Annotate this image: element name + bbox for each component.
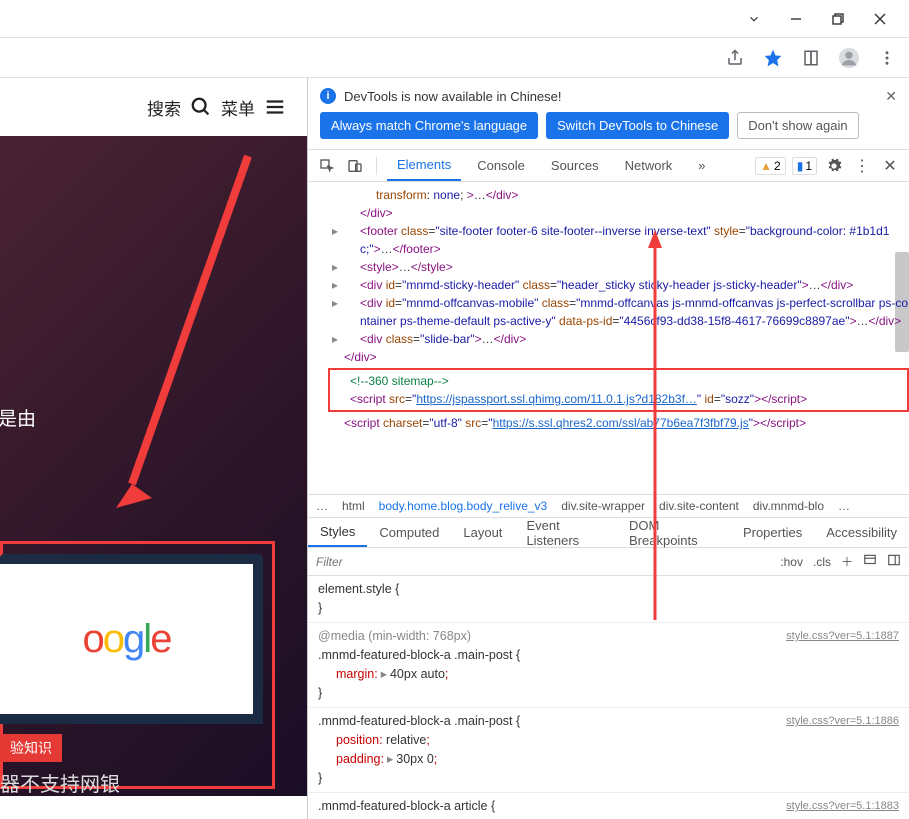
- tab-console[interactable]: Console: [467, 150, 535, 181]
- hov-toggle[interactable]: :hov: [780, 555, 803, 569]
- share-icon[interactable]: [723, 46, 747, 70]
- page-content-left: 搜索 菜单 ，它是由 oogle 验知识 器不支持网银: [0, 78, 307, 819]
- tab-more[interactable]: »: [688, 150, 715, 181]
- elements-breadcrumb[interactable]: … html body.home.blog.body_relive_v3 div…: [308, 494, 909, 518]
- styles-filter-input[interactable]: [316, 555, 780, 569]
- stab-events[interactable]: Event Listeners: [514, 518, 617, 547]
- devtools-close-icon[interactable]: ✕: [879, 155, 901, 177]
- banner-message: DevTools is now available in Chinese!: [344, 89, 562, 104]
- devtools-tabbar: Elements Console Sources Network » ▲2 ▮1…: [308, 150, 909, 182]
- style-rule: element.style { }: [308, 576, 909, 623]
- computed-toggle-icon[interactable]: [863, 553, 877, 570]
- annotation-arrow-icon: [0, 136, 307, 516]
- expand-arrow-icon[interactable]: ▸: [332, 258, 338, 276]
- highlighted-script-box: <!--360 sitemap--> <script src="https://…: [328, 368, 909, 412]
- crumb-more[interactable]: …: [316, 499, 328, 513]
- bookmark-star-icon[interactable]: [761, 46, 785, 70]
- window-titlebar: [0, 0, 909, 38]
- switch-chinese-button[interactable]: Switch DevTools to Chinese: [546, 112, 729, 139]
- devtools-panel: i DevTools is now available in Chinese! …: [307, 78, 909, 819]
- search-label[interactable]: 搜索: [147, 95, 181, 120]
- warnings-badge[interactable]: ▲2: [755, 157, 786, 175]
- stab-dom[interactable]: DOM Breakpoints: [617, 518, 731, 547]
- window-dropdown-button[interactable]: [733, 3, 775, 35]
- search-icon[interactable]: [189, 95, 213, 119]
- laptop-graphic: oogle: [0, 554, 263, 724]
- stab-styles[interactable]: Styles: [308, 518, 367, 547]
- stab-layout[interactable]: Layout: [451, 518, 514, 547]
- script-src-link[interactable]: https://jspassport.ssl.qhimg.com/11.0.1.…: [416, 392, 697, 406]
- expand-arrow-icon[interactable]: ▸: [332, 330, 338, 348]
- kebab-menu-icon[interactable]: [875, 46, 899, 70]
- kebab-icon[interactable]: ⋮: [851, 155, 873, 177]
- tab-network[interactable]: Network: [615, 150, 683, 181]
- stab-computed[interactable]: Computed: [367, 518, 451, 547]
- crumb-wrapper[interactable]: div.site-wrapper: [561, 499, 645, 513]
- new-rule-icon[interactable]: ＋: [841, 553, 853, 570]
- sidebar-toggle-icon[interactable]: [887, 553, 901, 570]
- expand-arrow-icon[interactable]: ▸: [332, 222, 338, 240]
- hamburger-icon[interactable]: [263, 95, 287, 119]
- styles-filter-row: :hov .cls ＋: [308, 548, 909, 576]
- crumb-block[interactable]: div.mnmd-blo: [753, 499, 824, 513]
- cls-toggle[interactable]: .cls: [813, 555, 831, 569]
- always-match-button[interactable]: Always match Chrome's language: [320, 112, 538, 139]
- hero-text-fragment: ，它是由: [0, 404, 36, 431]
- crumb-body[interactable]: body.home.blog.body_relive_v3: [379, 499, 548, 513]
- banner-close-icon[interactable]: ✕: [885, 88, 897, 105]
- device-icon[interactable]: [344, 155, 366, 177]
- window-close-button[interactable]: [859, 3, 901, 35]
- style-rule: style.css?ver=5.1:1883 .mnmd-featured-bl…: [308, 793, 909, 819]
- window-minimize-button[interactable]: [775, 3, 817, 35]
- profile-avatar-icon[interactable]: [837, 46, 861, 70]
- inspect-icon[interactable]: [316, 155, 338, 177]
- gear-icon[interactable]: [823, 155, 845, 177]
- tab-elements[interactable]: Elements: [387, 150, 461, 181]
- stab-a11y[interactable]: Accessibility: [814, 518, 909, 547]
- styles-tabbar: Styles Computed Layout Event Listeners D…: [308, 518, 909, 548]
- category-badge[interactable]: 验知识: [0, 734, 62, 762]
- window-maximize-button[interactable]: [817, 3, 859, 35]
- google-logo-fragment: oogle: [83, 617, 171, 662]
- elements-tree[interactable]: transform: none; >…</div> </div> ▸<foote…: [308, 182, 909, 494]
- expand-arrow-icon[interactable]: ▸: [332, 276, 338, 294]
- browser-toolbar: [0, 38, 909, 78]
- info-icon: i: [320, 88, 336, 104]
- style-rule: style.css?ver=5.1:1886 .mnmd-featured-bl…: [308, 708, 909, 793]
- messages-badge[interactable]: ▮1: [792, 157, 817, 175]
- menu-label[interactable]: 菜单: [221, 95, 255, 120]
- article-caption[interactable]: 器不支持网银: [0, 768, 120, 797]
- stab-props[interactable]: Properties: [731, 518, 814, 547]
- dont-show-button[interactable]: Don't show again: [737, 112, 858, 139]
- hero-section: ，它是由 oogle 验知识 器不支持网银: [0, 136, 307, 796]
- crumb-more-r[interactable]: …: [838, 499, 850, 513]
- crumb-html[interactable]: html: [342, 499, 365, 513]
- rule-source-link[interactable]: style.css?ver=5.1:1883: [786, 797, 899, 816]
- rule-source-link[interactable]: style.css?ver=5.1:1886: [786, 712, 899, 731]
- reader-icon[interactable]: [799, 46, 823, 70]
- style-rule: style.css?ver=5.1:1887 @media (min-width…: [308, 623, 909, 708]
- tab-sources[interactable]: Sources: [541, 150, 609, 181]
- crumb-content[interactable]: div.site-content: [659, 499, 739, 513]
- styles-rules[interactable]: element.style { } style.css?ver=5.1:1887…: [308, 576, 909, 819]
- devtools-language-banner: i DevTools is now available in Chinese! …: [308, 78, 909, 150]
- script-src-link[interactable]: https://s.ssl.qhres2.com/ssl/ab77b6ea7f3…: [493, 416, 749, 430]
- page-header-nav: 搜索 菜单: [0, 78, 307, 136]
- expand-arrow-icon[interactable]: ▸: [332, 294, 338, 312]
- rule-source-link[interactable]: style.css?ver=5.1:1887: [786, 627, 899, 646]
